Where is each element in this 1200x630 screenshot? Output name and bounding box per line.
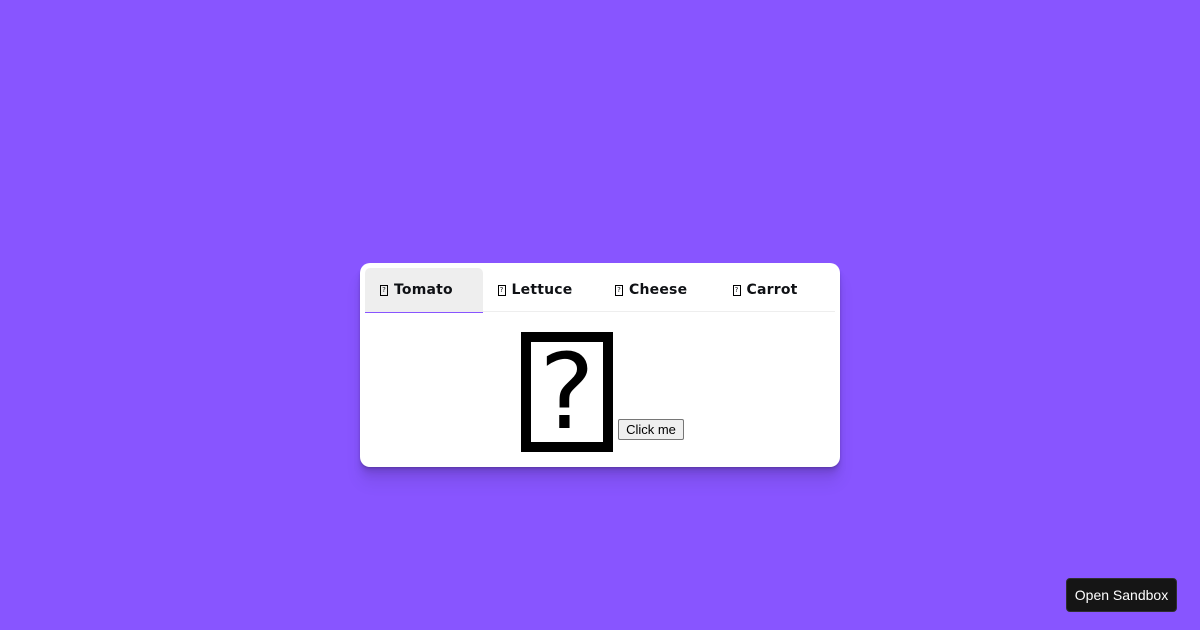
missing-glyph-icon: ? [521, 332, 613, 452]
tab-label: Tomato [394, 282, 453, 298]
click-me-button[interactable]: Click me [618, 419, 684, 440]
tab-label: Cheese [629, 282, 688, 298]
tab-label: Carrot [746, 282, 798, 298]
tab-carrot[interactable]: ? Carrot [718, 268, 836, 312]
missing-glyph-icon: ? [732, 284, 741, 296]
tab-bar: ? Tomato ? Lettuce ? Cheese ? Carrot [365, 268, 836, 313]
missing-glyph-icon: ? [380, 284, 388, 296]
tab-cheese[interactable]: ? Cheese [600, 268, 718, 312]
tab-tomato[interactable]: ? Tomato [365, 268, 483, 313]
tab-content: ? Click me [360, 313, 840, 467]
tab-label: Lettuce [511, 282, 573, 298]
open-sandbox-button[interactable]: Open Sandbox [1066, 578, 1177, 612]
tabs-window: ? Tomato ? Lettuce ? Cheese ? Carrot ? C… [360, 263, 840, 467]
missing-glyph-icon: ? [615, 284, 623, 296]
tab-lettuce[interactable]: ? Lettuce [483, 268, 601, 312]
missing-glyph-icon: ? [497, 284, 506, 296]
